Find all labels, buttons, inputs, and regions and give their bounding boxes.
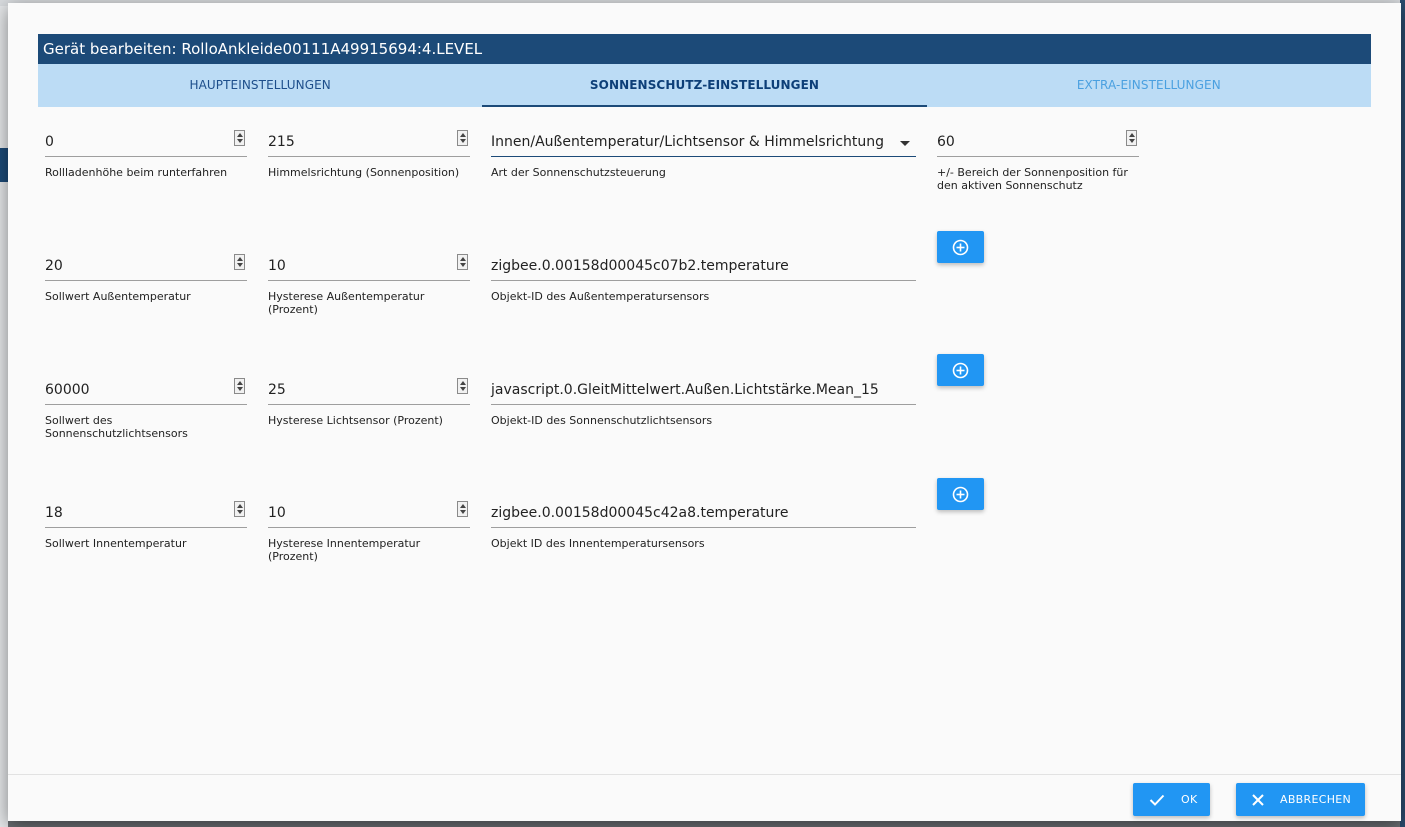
light-sensor-label: Objekt-ID des Sonnenschutzlichtsensors bbox=[491, 414, 713, 427]
outside-temp-setpoint-value: 20 bbox=[45, 258, 63, 274]
height-down-input[interactable]: 0 bbox=[45, 129, 247, 157]
check-icon bbox=[1149, 794, 1165, 806]
sunprotect-mode-label: Art der Sonnenschutzsteuerung bbox=[491, 166, 666, 179]
sun-range-value: 60 bbox=[937, 134, 955, 150]
ok-button[interactable]: OK bbox=[1133, 783, 1210, 816]
outside-temp-setpoint-field: 20 Sollwert Außentemperatur bbox=[45, 253, 247, 303]
cancel-label: ABBRECHEN bbox=[1280, 793, 1352, 806]
inside-temp-sensor-input[interactable]: zigbee.0.00158d00045c42a8.temperature bbox=[491, 500, 916, 528]
outside-temp-sensor-field: zigbee.0.00158d00045c07b2.temperature Ob… bbox=[491, 253, 916, 303]
light-setpoint-value: 60000 bbox=[45, 382, 90, 398]
inside-temp-hysteresis-field: 10 Hysterese Innentemperatur (Prozent) bbox=[268, 500, 470, 563]
light-setpoint-field: 60000 Sollwert des Sonnenschutzlichtsens… bbox=[45, 377, 247, 440]
height-down-field: 0 Rollladenhöhe beim runterfahren bbox=[45, 129, 247, 179]
inside-temp-hysteresis-stepper[interactable] bbox=[457, 501, 468, 517]
add-circle-icon bbox=[952, 239, 969, 256]
height-down-value: 0 bbox=[45, 134, 54, 150]
light-hysteresis-label: Hysterese Lichtsensor (Prozent) bbox=[268, 414, 443, 427]
inside-temp-setpoint-stepper[interactable] bbox=[234, 501, 245, 517]
outside-temp-hysteresis-stepper[interactable] bbox=[457, 254, 468, 270]
cancel-button[interactable]: ABBRECHEN bbox=[1236, 783, 1365, 816]
inside-temp-sensor-value: zigbee.0.00158d00045c42a8.temperature bbox=[491, 505, 789, 521]
inside-temp-setpoint-label: Sollwert Innentemperatur bbox=[45, 537, 187, 550]
light-setpoint-input[interactable]: 60000 bbox=[45, 377, 247, 405]
tab-extra-settings[interactable]: EXTRA-EINSTELLUNGEN bbox=[927, 64, 1371, 107]
sun-direction-stepper[interactable] bbox=[457, 130, 468, 146]
add-inside-sensor-button[interactable] bbox=[937, 478, 984, 510]
inside-temp-sensor-label: Objekt ID des Innentemperatursensors bbox=[491, 537, 705, 550]
inside-temp-hysteresis-value: 10 bbox=[268, 505, 286, 521]
light-sensor-field: javascript.0.GleitMittelwert.Außen.Licht… bbox=[491, 377, 916, 427]
outside-temp-hysteresis-label: Hysterese Außentemperatur (Prozent) bbox=[268, 290, 425, 316]
outside-temp-hysteresis-field: 10 Hysterese Außentemperatur (Prozent) bbox=[268, 253, 470, 316]
light-sensor-input[interactable]: javascript.0.GleitMittelwert.Außen.Licht… bbox=[491, 377, 916, 405]
inside-temp-setpoint-field: 18 Sollwert Innentemperatur bbox=[45, 500, 247, 550]
height-down-label: Rollladenhöhe beim runterfahren bbox=[45, 166, 228, 179]
backdrop-left bbox=[0, 6, 8, 827]
inside-temp-setpoint-value: 18 bbox=[45, 505, 63, 521]
sunprotect-mode-select[interactable]: Innen/Außentemperatur/Lichtsensor & Himm… bbox=[491, 129, 916, 157]
dropdown-arrow-icon[interactable] bbox=[900, 141, 910, 146]
tab-sunprotect-settings[interactable]: SONNENSCHUTZ-EINSTELLUNGEN bbox=[482, 64, 927, 107]
add-outside-sensor-button[interactable] bbox=[937, 231, 984, 263]
sun-direction-input[interactable]: 215 bbox=[268, 129, 470, 157]
outside-temp-hysteresis-input[interactable]: 10 bbox=[268, 253, 470, 281]
outside-temp-hysteresis-value: 10 bbox=[268, 258, 286, 274]
dialog-title: Gerät bearbeiten: RolloAnkleide00111A499… bbox=[38, 34, 1371, 64]
outside-temp-sensor-input[interactable]: zigbee.0.00158d00045c07b2.temperature bbox=[491, 253, 916, 281]
edit-device-dialog: Gerät bearbeiten: RolloAnkleide00111A499… bbox=[8, 3, 1401, 821]
sun-direction-label: Himmelsrichtung (Sonnenposition) bbox=[268, 166, 460, 179]
outside-temp-setpoint-input[interactable]: 20 bbox=[45, 253, 247, 281]
sun-direction-field: 215 Himmelsrichtung (Sonnenposition) bbox=[268, 129, 470, 179]
sun-direction-value: 215 bbox=[268, 134, 295, 150]
sun-range-stepper[interactable] bbox=[1126, 130, 1137, 146]
light-setpoint-label: Sollwert des Sonnenschutzlichtsensors bbox=[45, 414, 188, 440]
sun-range-label: +/- Bereich der Sonnenposition für den a… bbox=[937, 166, 1128, 192]
footer-divider bbox=[8, 774, 1401, 775]
inside-temp-hysteresis-label: Hysterese Innentemperatur (Prozent) bbox=[268, 537, 421, 563]
light-setpoint-stepper[interactable] bbox=[234, 378, 245, 394]
add-light-sensor-button[interactable] bbox=[937, 354, 984, 386]
inside-temp-sensor-field: zigbee.0.00158d00045c42a8.temperature Ob… bbox=[491, 500, 916, 550]
tab-main-settings[interactable]: HAUPTEINSTELLUNGEN bbox=[38, 64, 482, 107]
outside-temp-setpoint-stepper[interactable] bbox=[234, 254, 245, 270]
add-circle-icon bbox=[952, 362, 969, 379]
inside-temp-hysteresis-input[interactable]: 10 bbox=[268, 500, 470, 528]
close-icon bbox=[1252, 793, 1264, 806]
light-sensor-value: javascript.0.GleitMittelwert.Außen.Licht… bbox=[491, 382, 879, 398]
inside-temp-setpoint-input[interactable]: 18 bbox=[45, 500, 247, 528]
tab-bar: HAUPTEINSTELLUNGEN SONNENSCHUTZ-EINSTELL… bbox=[38, 64, 1371, 107]
outside-temp-sensor-value: zigbee.0.00158d00045c07b2.temperature bbox=[491, 258, 789, 274]
sun-range-field: 60 +/- Bereich der Sonnenposition für de… bbox=[937, 129, 1139, 192]
outside-temp-setpoint-label: Sollwert Außentemperatur bbox=[45, 290, 191, 303]
light-hysteresis-input[interactable]: 25 bbox=[268, 377, 470, 405]
sunprotect-mode-value: Innen/Außentemperatur/Lichtsensor & Himm… bbox=[491, 134, 885, 150]
light-hysteresis-stepper[interactable] bbox=[457, 378, 468, 394]
backdrop-left-bar bbox=[0, 148, 8, 182]
outside-temp-sensor-label: Objekt-ID des Außentemperatursensors bbox=[491, 290, 710, 303]
ok-label: OK bbox=[1181, 793, 1198, 806]
sunprotect-mode-field: Innen/Außentemperatur/Lichtsensor & Himm… bbox=[491, 129, 916, 179]
height-down-stepper[interactable] bbox=[234, 130, 245, 146]
add-circle-icon bbox=[952, 486, 969, 503]
sun-range-input[interactable]: 60 bbox=[937, 129, 1139, 157]
light-hysteresis-value: 25 bbox=[268, 382, 286, 398]
light-hysteresis-field: 25 Hysterese Lichtsensor (Prozent) bbox=[268, 377, 470, 427]
